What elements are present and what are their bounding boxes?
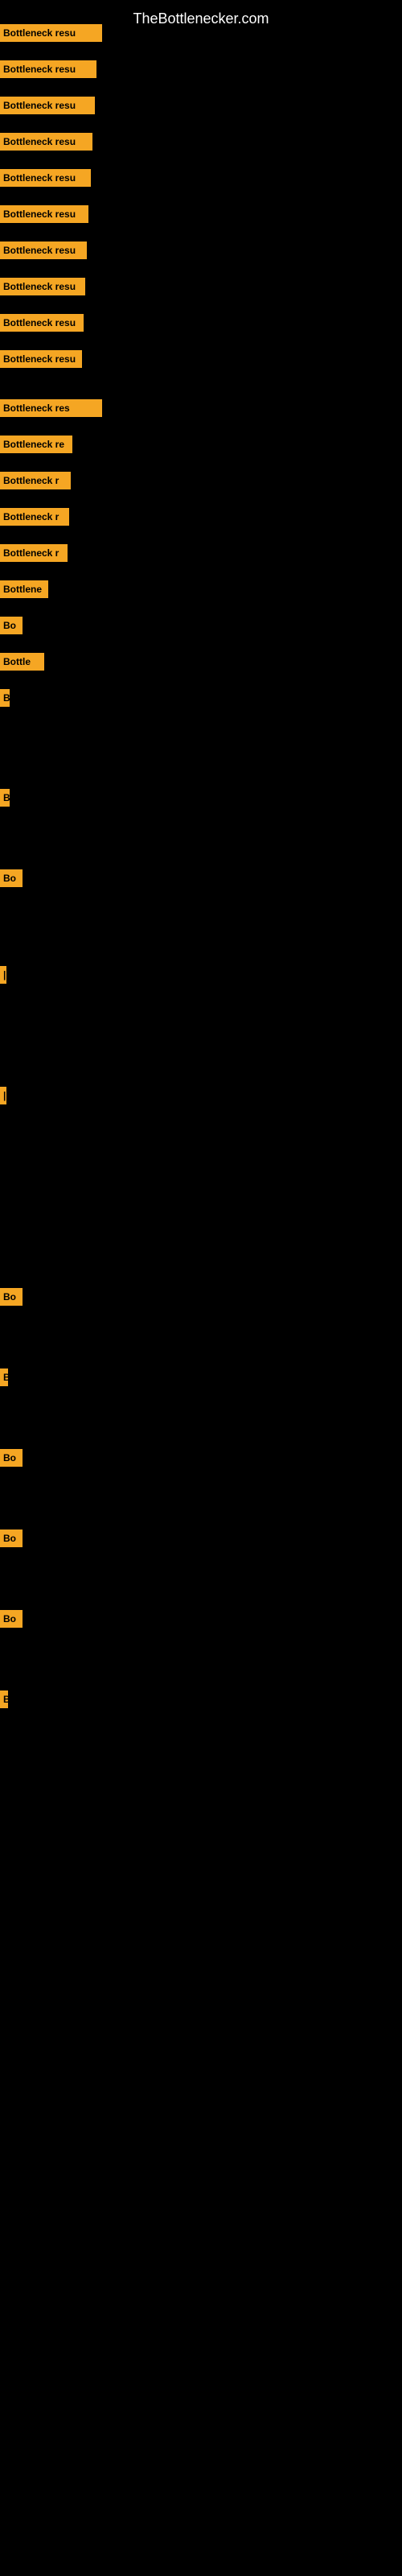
bottleneck-bar: Bottleneck resu bbox=[0, 278, 85, 295]
bottleneck-bar: Bo bbox=[0, 1288, 23, 1306]
bottleneck-bar: Bottleneck res bbox=[0, 399, 102, 417]
bottleneck-bar: Bottleneck resu bbox=[0, 60, 96, 78]
bottleneck-bar: Bo bbox=[0, 1449, 23, 1467]
bottleneck-bar: | bbox=[0, 966, 6, 984]
bottleneck-bar: Bo bbox=[0, 869, 23, 887]
bottleneck-bar: Bo bbox=[0, 617, 23, 634]
bottleneck-bar: Bottleneck r bbox=[0, 472, 71, 489]
bottleneck-bar: Bottleneck resu bbox=[0, 205, 88, 223]
bottleneck-bar: Bottleneck resu bbox=[0, 133, 92, 151]
bottleneck-bar: Bottlene bbox=[0, 580, 48, 598]
bottleneck-bar: B bbox=[0, 1690, 8, 1708]
bottleneck-bar: Bottleneck resu bbox=[0, 350, 82, 368]
bottleneck-bar: B bbox=[0, 789, 10, 807]
bottleneck-bar: Bottle bbox=[0, 653, 44, 671]
bottleneck-bar: Bottleneck resu bbox=[0, 242, 87, 259]
bottleneck-bar: Bottleneck resu bbox=[0, 24, 102, 42]
bottleneck-bar: Bo bbox=[0, 1530, 23, 1547]
bottleneck-bar: Bottleneck re bbox=[0, 436, 72, 453]
bottleneck-bar: Bottleneck r bbox=[0, 544, 68, 562]
bottleneck-bar: Bo bbox=[0, 1610, 23, 1628]
bottleneck-bar: B bbox=[0, 1368, 8, 1386]
bottleneck-bar: Bottleneck r bbox=[0, 508, 69, 526]
bottleneck-bar: Bottleneck resu bbox=[0, 169, 91, 187]
bottleneck-bar: B bbox=[0, 689, 10, 707]
bottleneck-bar: Bottleneck resu bbox=[0, 314, 84, 332]
bottleneck-bar: Bottleneck resu bbox=[0, 97, 95, 114]
bottleneck-bar: | bbox=[0, 1087, 6, 1104]
